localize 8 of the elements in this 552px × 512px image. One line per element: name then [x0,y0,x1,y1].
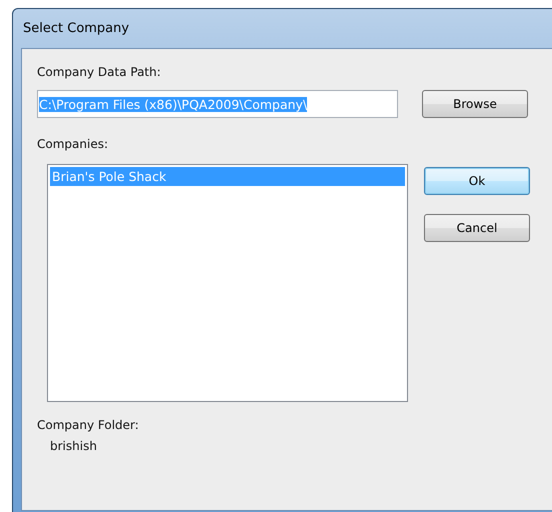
path-label: Company Data Path: [37,65,161,79]
cancel-button[interactable]: Cancel [424,214,530,242]
folder-label: Company Folder: [37,418,139,432]
ok-button[interactable]: Ok [424,167,530,195]
browse-button[interactable]: Browse [422,90,528,118]
window-title: Select Company [22,21,130,36]
companies-label: Companies: [37,137,108,151]
folder-value: brishish [50,439,97,453]
